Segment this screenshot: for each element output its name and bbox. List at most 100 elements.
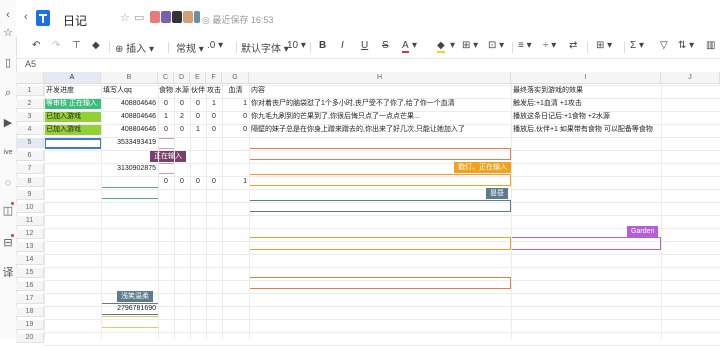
avatar[interactable] [183, 11, 193, 23]
row-header[interactable]: 5 [16, 138, 44, 148]
column-header[interactable]: G [222, 72, 249, 84]
table-cell[interactable]: 你九毛九刷到的芒果到了,你很后悔只点了一点点芒果... [249, 112, 511, 122]
freeze-icon[interactable]: ⊞ ▾ [596, 40, 612, 51]
row-header[interactable]: 20 [16, 333, 44, 343]
font-color-icon[interactable]: A [402, 40, 409, 53]
column-header[interactable]: E [190, 72, 206, 84]
row-header[interactable]: 10 [16, 203, 44, 213]
table-cell[interactable]: 408804646 [101, 112, 158, 122]
table-cell[interactable]: 0 [174, 177, 190, 187]
table-cell[interactable]: 0 [174, 99, 190, 109]
header-cell-serum[interactable]: 血清 [222, 86, 249, 96]
chat-icon[interactable]: ◌ [1, 176, 15, 190]
row-header[interactable]: 2 [16, 99, 44, 109]
font-family-select[interactable]: 默认字体 ▾ [241, 40, 289, 55]
star-icon[interactable]: ☆ [120, 11, 130, 24]
row-header[interactable]: 9 [16, 190, 44, 200]
selected-cell[interactable] [44, 138, 102, 149]
row-header[interactable]: 17 [16, 294, 44, 304]
status-badge[interactable]: 已加入游戏 [44, 112, 101, 122]
table-cell[interactable]: 1 [206, 99, 222, 109]
bold-icon[interactable]: B [319, 40, 326, 51]
row-header[interactable]: 13 [16, 242, 44, 252]
search-icon[interactable]: ⌕ [1, 86, 15, 100]
column-header[interactable]: C [158, 72, 174, 84]
header-cell-effect[interactable]: 最终落实到游戏的效果 [511, 86, 661, 96]
row-header[interactable]: 1 [16, 86, 44, 96]
header-cell-water[interactable]: 水源 [174, 86, 190, 96]
clear-format-icon[interactable]: ◆ [92, 40, 100, 51]
table-cell[interactable]: 0 [190, 112, 206, 122]
table-cell[interactable]: 3130902875 [101, 164, 158, 174]
table-cell[interactable]: 2 [174, 112, 190, 122]
cart-icon[interactable]: ⊟ [1, 236, 15, 250]
table-cell[interactable]: 0 [190, 99, 206, 109]
column-header[interactable]: H [249, 72, 511, 84]
document-title[interactable]: 日记 [63, 12, 87, 29]
row-header[interactable]: 16 [16, 281, 44, 291]
row-header[interactable]: 14 [16, 255, 44, 265]
table-cell[interactable]: 1 [222, 177, 249, 187]
table-cell[interactable]: 触发后:+1血清 +1攻击 [511, 99, 661, 109]
table-cell[interactable]: 0 [222, 112, 249, 122]
row-header[interactable]: 11 [16, 216, 44, 226]
table-cell[interactable]: 播放后,伙伴+1 如果带有食物 可以配备等食物 [511, 125, 661, 135]
column-header[interactable]: A [44, 72, 101, 84]
insert-menu[interactable]: ⊕ 插入 ▾ [115, 40, 154, 55]
status-badge[interactable]: 已加入游戏 [44, 125, 101, 135]
header-cell-partner[interactable]: 伙伴 [190, 86, 206, 96]
undo-icon[interactable]: ↶ [32, 40, 40, 51]
row-header[interactable]: 6 [16, 151, 44, 161]
strikethrough-icon[interactable]: S [382, 40, 389, 51]
chevron-down-icon[interactable]: ▾ [412, 40, 417, 51]
back-icon[interactable]: ‹ [24, 11, 28, 23]
table-cell[interactable]: 0 [158, 125, 174, 135]
chart-icon[interactable]: ▥ [706, 40, 715, 51]
row-header[interactable]: 4 [16, 125, 44, 135]
table-cell[interactable]: 你对着丧尸的脑袋怼了1个多小时,丧尸受不了你了,给了你一个血清 [249, 99, 511, 109]
fill-color-icon[interactable]: ◆ [437, 40, 445, 53]
column-header[interactable]: B [101, 72, 158, 84]
name-box[interactable]: A5 [16, 58, 720, 73]
avatar[interactable] [172, 11, 182, 23]
column-header[interactable]: I [511, 72, 661, 84]
sum-icon[interactable]: Σ ▾ [630, 40, 644, 51]
row-header[interactable]: 7 [16, 164, 44, 174]
row-header[interactable]: 3 [16, 112, 44, 122]
table-cell[interactable]: 0 [158, 177, 174, 187]
status-badge[interactable]: 等审核 正在输入 [44, 99, 101, 109]
column-header[interactable]: D [174, 72, 190, 84]
row-header[interactable]: 15 [16, 268, 44, 278]
table-cell[interactable]: 0 [158, 99, 174, 109]
chevron-down-icon[interactable]: ▾ [450, 40, 455, 51]
table-cell[interactable]: 1 [190, 125, 206, 135]
column-header[interactable]: J [661, 72, 720, 84]
row-header[interactable]: 12 [16, 229, 44, 239]
table-cell[interactable]: 0 [190, 177, 206, 187]
wrap-icon[interactable]: ⇄ [569, 40, 577, 51]
table-cell[interactable]: 0 [206, 125, 222, 135]
star-icon[interactable]: ☆ [1, 26, 15, 40]
underline-icon[interactable]: U [361, 40, 368, 51]
sort-icon[interactable]: ⇅ ▾ [678, 40, 694, 51]
align-icon[interactable]: ≡ ▾ [518, 40, 532, 51]
decimal-button[interactable]: .0 ▾ [207, 40, 223, 51]
header-cell-attack[interactable]: 攻击 [206, 86, 222, 96]
table-cell[interactable]: 0 [206, 177, 222, 187]
redo-icon[interactable]: ↷ [52, 40, 60, 51]
header-cell-content[interactable]: 内容 [249, 86, 511, 96]
vertical-align-icon[interactable]: ÷ ▾ [543, 40, 556, 51]
header-cell-progress[interactable]: 开发进度 [44, 86, 101, 96]
table-cell[interactable]: 0 [206, 112, 222, 122]
table-cell[interactable]: 1 [158, 112, 174, 122]
table-cell[interactable]: 隔壁的妹子总是在你身上蹭来蹭去的,你出来了好几次,只能让她加入了 [249, 125, 511, 135]
video-icon[interactable]: ▶ [1, 116, 15, 130]
bag-icon[interactable]: ◫ [1, 204, 15, 218]
row-header[interactable]: 8 [16, 177, 44, 187]
table-cell[interactable]: 0 [222, 125, 249, 135]
avatar[interactable] [161, 11, 171, 23]
border-icon[interactable]: ⊞ ▾ [462, 40, 478, 51]
filter-icon[interactable]: ▽ [660, 40, 668, 51]
avatar[interactable] [150, 11, 160, 23]
row-header[interactable]: 18 [16, 307, 44, 317]
